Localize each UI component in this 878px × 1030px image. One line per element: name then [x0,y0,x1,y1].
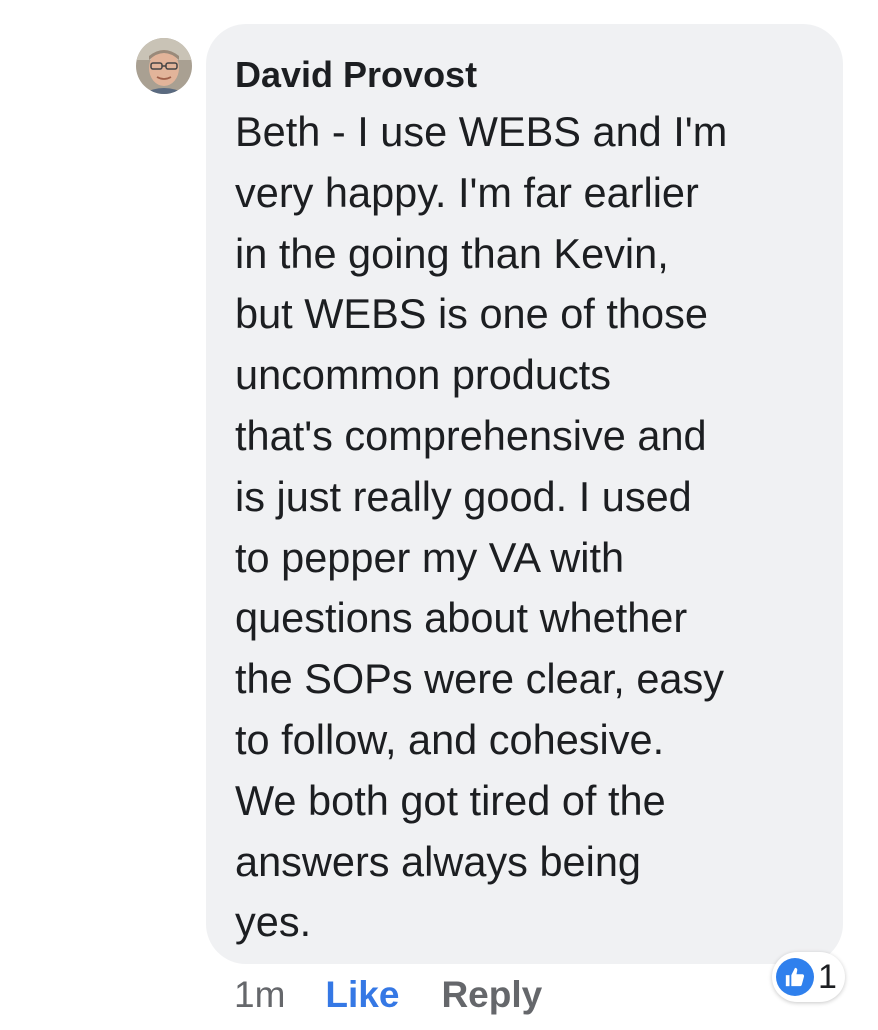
reaction-summary[interactable]: 1 [772,952,845,1002]
comment-actions: 1m Like Reply [234,970,542,1020]
comment-timestamp[interactable]: 1m [234,974,285,1016]
comment-author[interactable]: David Provost [235,54,817,96]
reaction-count: 1 [818,957,837,996]
avatar[interactable] [136,38,192,94]
comment-bubble: David Provost Beth - I use WEBS and I'm … [206,24,843,964]
like-button[interactable]: Like [325,974,399,1016]
thumbs-up-icon [776,958,814,996]
comment: David Provost Beth - I use WEBS and I'm … [0,0,878,1030]
reply-button[interactable]: Reply [441,974,542,1016]
comment-text: Beth - I use WEBS and I'm very happy. I'… [235,108,728,946]
